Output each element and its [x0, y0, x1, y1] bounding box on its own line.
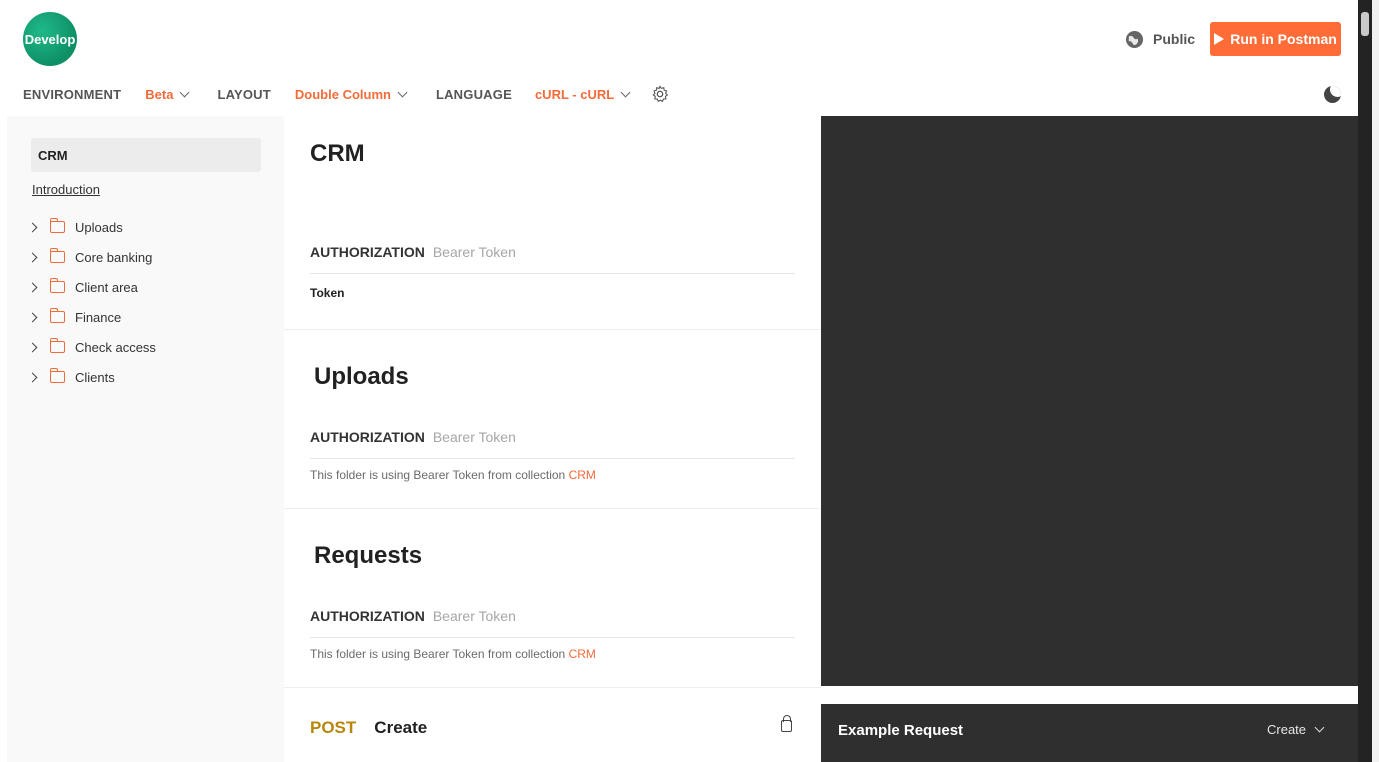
globe-icon	[1125, 30, 1144, 48]
requests-authorization-row: AUTHORIZATION Bearer Token	[310, 608, 795, 638]
section-divider	[284, 508, 821, 509]
chevron-down-icon	[180, 87, 190, 97]
sidebar-item-label: CRM	[38, 147, 68, 163]
sidebar-item-label: Uploads	[75, 219, 123, 235]
folder-icon	[50, 368, 65, 383]
chevron-right-icon	[27, 372, 38, 382]
run-in-postman-button[interactable]: Run in Postman	[1210, 22, 1341, 56]
folder-list: Uploads Core banking Client area Finance…	[27, 212, 156, 392]
visibility-indicator: Public	[1125, 29, 1195, 49]
play-icon	[1214, 33, 1225, 45]
example-selector[interactable]: Create	[1267, 722, 1325, 737]
example-selected-value: Create	[1267, 722, 1307, 737]
code-panel	[821, 116, 1358, 686]
crm-link[interactable]: CRM	[569, 647, 596, 661]
folder-icon	[50, 218, 65, 233]
http-method: POST	[310, 718, 357, 737]
token-label: Token	[310, 286, 345, 300]
example-request-title: Example Request	[838, 722, 964, 739]
logo[interactable]: Develop	[23, 12, 77, 66]
uploads-heading: Uploads	[314, 363, 409, 390]
chevron-right-icon	[27, 252, 38, 262]
folder-icon	[50, 338, 65, 353]
logo-text: Develop	[24, 31, 76, 47]
layout-label: LAYOUT	[217, 86, 271, 102]
scrollbar[interactable]	[1358, 0, 1379, 762]
chevron-right-icon	[27, 222, 38, 232]
chevron-right-icon	[27, 312, 38, 322]
lock-icon	[781, 715, 792, 732]
sidebar-item-client-area[interactable]: Client area	[27, 272, 156, 302]
environment-value: Beta	[145, 86, 174, 102]
sidebar-item-label: Check access	[75, 339, 156, 355]
dark-mode-toggle-icon[interactable]	[1324, 86, 1341, 103]
sidebar-item-check-access[interactable]: Check access	[27, 332, 156, 362]
requests-auth-note: This folder is using Bearer Token from c…	[310, 647, 596, 661]
authorization-type: Bearer Token	[432, 608, 516, 624]
language-dropdown[interactable]: cURL - cURL	[534, 86, 631, 102]
documentation-content: CRM AUTHORIZATION Bearer Token Token Upl…	[284, 116, 821, 762]
language-label: LANGUAGE	[435, 86, 512, 102]
authorization-label: AUTHORIZATION	[310, 429, 425, 445]
sidebar-item-clients[interactable]: Clients	[27, 362, 156, 392]
scrollbar-thumb[interactable]	[1361, 12, 1369, 36]
section-divider	[284, 687, 821, 688]
requests-heading: Requests	[314, 542, 423, 569]
environment-dropdown[interactable]: Beta	[145, 86, 190, 102]
authorization-type: Bearer Token	[432, 429, 516, 445]
sidebar-item-crm[interactable]: CRM	[31, 138, 261, 172]
sidebar-item-label: Client area	[75, 279, 138, 295]
authorization-type: Bearer Token	[432, 244, 516, 260]
introduction-link[interactable]: Introduction	[32, 182, 100, 197]
sidebar-item-finance[interactable]: Finance	[27, 302, 156, 332]
chevron-down-icon	[397, 87, 408, 97]
chevron-down-icon	[620, 87, 631, 97]
visibility-label: Public	[1153, 31, 1196, 47]
page-title: CRM	[310, 140, 365, 167]
authorization-label: AUTHORIZATION	[310, 244, 425, 260]
sidebar-item-core-banking[interactable]: Core banking	[27, 242, 156, 272]
uploads-auth-note: This folder is using Bearer Token from c…	[310, 468, 596, 482]
environment-label: ENVIRONMENT	[23, 86, 122, 102]
request-header: POST Create	[310, 718, 427, 738]
gear-icon[interactable]	[651, 85, 669, 103]
sidebar: CRM Introduction Uploads Core banking Cl…	[7, 116, 284, 762]
note-text: This folder is using Bearer Token from c…	[310, 647, 566, 661]
authorization-label: AUTHORIZATION	[310, 608, 425, 624]
doc-toolbar: ENVIRONMENT Beta LAYOUT Double Column LA…	[23, 84, 669, 104]
chevron-right-icon	[27, 282, 38, 292]
language-value: cURL - cURL	[534, 86, 615, 102]
scrollbar-track	[1358, 0, 1372, 762]
sidebar-item-label: Finance	[75, 309, 122, 325]
layout-dropdown[interactable]: Double Column	[294, 86, 408, 102]
run-button-label: Run in Postman	[1230, 31, 1337, 47]
folder-icon	[50, 248, 65, 263]
crm-authorization-row: AUTHORIZATION Bearer Token	[310, 244, 795, 274]
folder-icon	[50, 308, 65, 323]
chevron-down-icon	[1314, 722, 1325, 733]
layout-value: Double Column	[294, 86, 391, 102]
sidebar-item-uploads[interactable]: Uploads	[27, 212, 156, 242]
request-name: Create	[374, 718, 428, 737]
sidebar-item-label: Clients	[75, 369, 115, 385]
note-text: This folder is using Bearer Token from c…	[310, 468, 566, 482]
example-request-bar: Example Request Create	[821, 704, 1358, 762]
sidebar-item-label: Core banking	[75, 249, 153, 265]
uploads-authorization-row: AUTHORIZATION Bearer Token	[310, 429, 795, 459]
chevron-right-icon	[27, 342, 38, 352]
crm-link[interactable]: CRM	[569, 468, 596, 482]
section-divider	[284, 329, 821, 330]
folder-icon	[50, 278, 65, 293]
